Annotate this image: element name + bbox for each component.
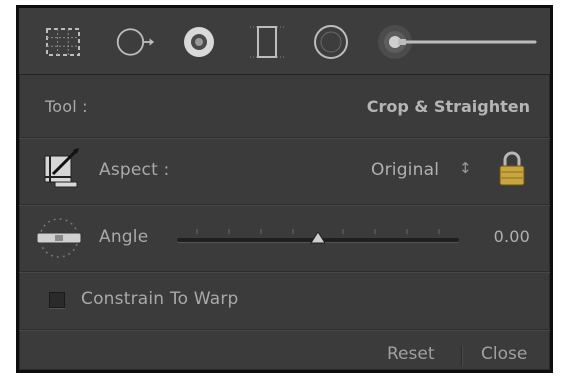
adjustment-brush-tool[interactable] — [375, 22, 545, 62]
footer-divider — [461, 346, 462, 366]
tool-label: Tool : — [45, 97, 88, 116]
aspect-label: Aspect : — [99, 160, 170, 180]
tool-strip — [19, 8, 550, 75]
crop-overlay-icon — [46, 28, 80, 56]
crop-panel: Tool : Crop & Straighten Aspect : Origin… — [16, 5, 553, 373]
constrain-to-warp-label: Constrain To Warp — [81, 289, 239, 309]
crop-overlay-tool[interactable] — [43, 22, 83, 62]
lock-icon[interactable] — [497, 150, 527, 192]
aspect-row: Aspect : Original ↕ — [19, 138, 550, 205]
angle-row: Angle 0.00 — [19, 205, 550, 272]
constrain-to-warp-checkbox[interactable] — [49, 292, 65, 308]
red-eye-icon — [184, 27, 214, 57]
spot-removal-tool[interactable] — [115, 22, 155, 62]
tool-row: Tool : Crop & Straighten — [19, 75, 550, 138]
graduated-filter-icon — [250, 26, 284, 58]
radial-filter-tool[interactable] — [311, 22, 351, 62]
angle-label: Angle — [99, 227, 149, 247]
radial-filter-icon — [314, 25, 348, 59]
aspect-dropdown-arrows-icon[interactable]: ↕ — [459, 159, 472, 177]
footer: Reset Close — [19, 330, 550, 370]
angle-slider-thumb[interactable] — [310, 231, 326, 247]
adjustment-brush-icon — [378, 25, 537, 59]
spot-removal-icon — [116, 28, 155, 56]
angle-value[interactable]: 0.00 — [494, 227, 530, 246]
red-eye-tool[interactable] — [179, 22, 219, 62]
aspect-value[interactable]: Original — [371, 160, 439, 180]
reset-button[interactable]: Reset — [387, 344, 435, 364]
graduated-filter-tool[interactable] — [247, 22, 287, 62]
tool-value: Crop & Straighten — [366, 97, 530, 116]
close-button[interactable]: Close — [481, 344, 527, 364]
crop-panel-inner: Tool : Crop & Straighten Aspect : Origin… — [19, 8, 550, 370]
constrain-row: Constrain To Warp — [19, 272, 550, 330]
straighten-level-icon[interactable] — [35, 217, 83, 263]
crop-frame-icon[interactable] — [41, 148, 83, 194]
